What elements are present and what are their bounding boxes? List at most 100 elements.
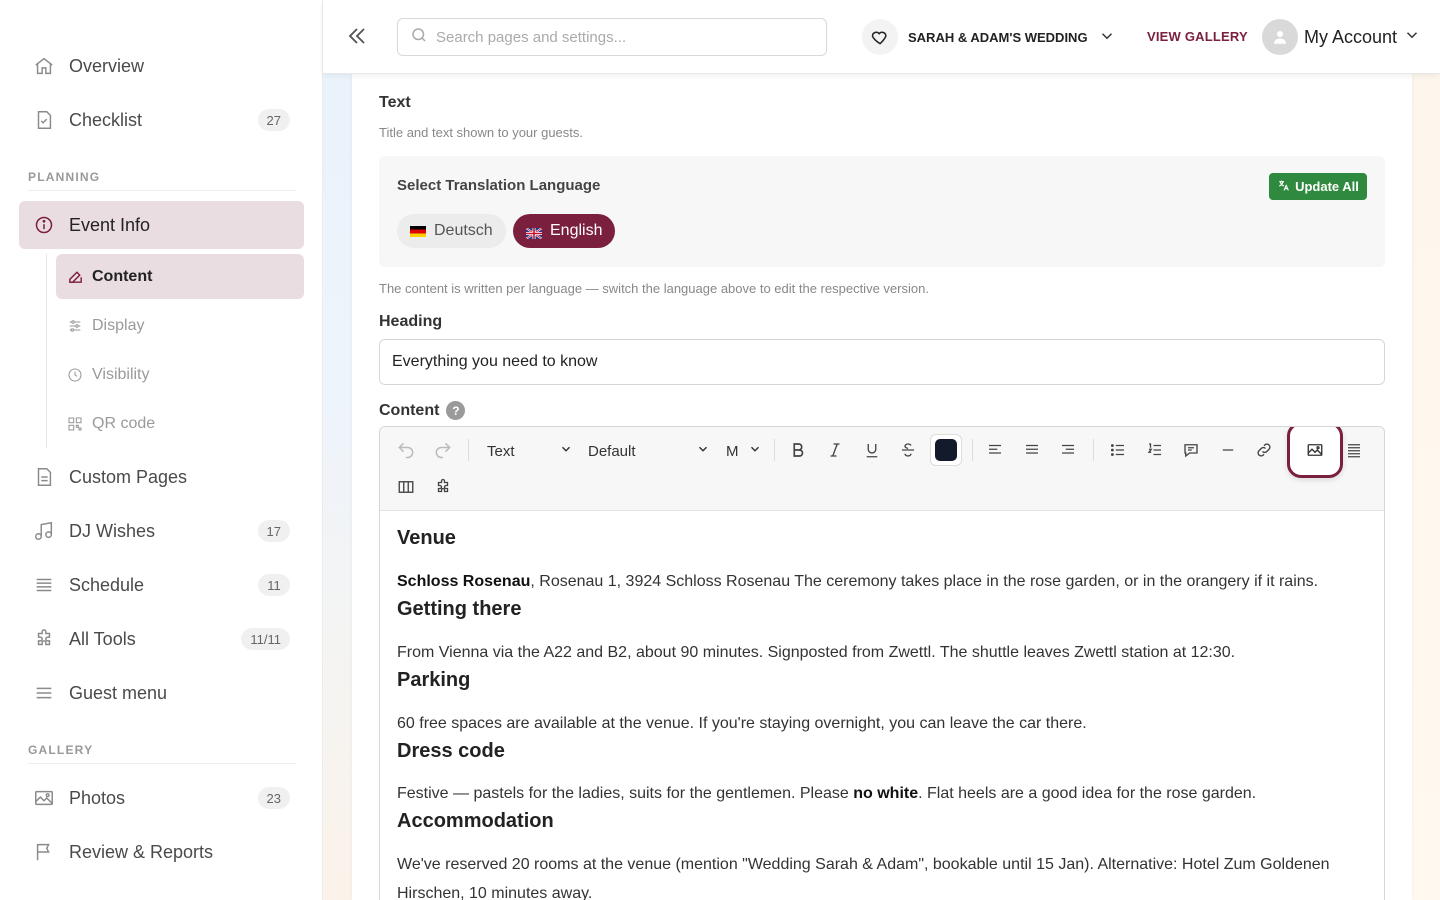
sidebar-item-checklist[interactable]: Checklist 27 xyxy=(19,96,304,144)
text-color-picker[interactable] xyxy=(930,434,962,466)
menu-icon xyxy=(33,682,55,704)
divider xyxy=(972,439,973,461)
block-type-value: Text xyxy=(487,442,515,460)
subnav-item-label: QR code xyxy=(92,414,156,432)
update-all-label: Update All xyxy=(1295,179,1359,194)
translate-icon xyxy=(1277,179,1290,195)
puzzle-icon[interactable] xyxy=(429,473,457,501)
strikethrough-icon[interactable] xyxy=(894,436,922,464)
update-all-button[interactable]: Update All xyxy=(1269,173,1367,200)
content-heading: Getting there xyxy=(397,598,522,620)
count-badge: 23 xyxy=(257,787,290,809)
section-label-gallery: GALLERY xyxy=(28,743,94,757)
chevron-down-icon xyxy=(742,442,762,460)
language-deutsch-button[interactable]: Deutsch xyxy=(397,214,506,248)
qr-icon xyxy=(66,415,84,433)
sidebar-item-label: Review & Reports xyxy=(69,841,214,862)
horizontal-rule-icon[interactable] xyxy=(1214,436,1242,464)
bold-icon[interactable] xyxy=(784,436,812,464)
font-select[interactable]: Default xyxy=(588,437,710,465)
music-icon xyxy=(33,520,55,542)
chevron-down-icon xyxy=(1098,27,1116,48)
paragraph-text: . Flat heels are a good idea for the ros… xyxy=(918,785,1257,802)
sidebar-item-label: Checklist xyxy=(69,109,143,130)
italic-icon[interactable] xyxy=(821,436,849,464)
section-title: Text xyxy=(379,94,411,111)
align-justify-icon[interactable] xyxy=(1340,436,1368,464)
columns-icon[interactable] xyxy=(392,473,420,501)
germany-flag-icon xyxy=(410,225,426,237)
search-box[interactable] xyxy=(397,18,827,56)
content-paragraph: We've reserved 20 rooms at the venue (me… xyxy=(397,856,1330,900)
wedding-selector[interactable]: SARAH & ADAM'S WEDDING xyxy=(862,18,1116,56)
numbered-list-icon[interactable] xyxy=(1141,436,1169,464)
align-left-icon[interactable] xyxy=(981,436,1009,464)
divider xyxy=(774,439,775,461)
content-paragraph: Festive — pastels for the ladies, suits … xyxy=(397,779,1367,808)
sidebar-item-custom-pages[interactable]: Custom Pages xyxy=(19,453,304,501)
section-subtitle: Title and text shown to your guests. xyxy=(379,125,584,140)
count-badge: 27 xyxy=(257,109,290,131)
bold-text: Schloss Rosenau xyxy=(397,573,531,590)
rich-text-editor: Text Default M Venue Schloss Rosenau, Ro… xyxy=(379,426,1385,900)
avatar xyxy=(1262,19,1298,55)
sidebar-item-event-info[interactable]: Event Info xyxy=(19,201,304,249)
flag-icon xyxy=(33,841,55,863)
color-swatch xyxy=(935,439,957,461)
bullet-list-icon[interactable] xyxy=(1104,436,1132,464)
clock-icon xyxy=(66,366,84,384)
language-english-button[interactable]: English xyxy=(513,214,616,248)
subnav-item-display[interactable]: Display xyxy=(56,303,304,348)
editor-toolbar: Text Default M xyxy=(380,427,1384,511)
sidebar-item-label: Schedule xyxy=(69,574,145,595)
align-right-icon[interactable] xyxy=(1054,436,1082,464)
redo-icon[interactable] xyxy=(429,436,457,464)
sidebar-item-photos[interactable]: Photos 23 xyxy=(19,774,304,822)
sidebar-item-all-tools[interactable]: All Tools 11/11 xyxy=(19,615,304,663)
bold-text: no white xyxy=(853,785,919,802)
sidebar-item-guest-menu[interactable]: Guest menu xyxy=(19,669,304,717)
heading-input[interactable] xyxy=(379,339,1385,385)
content-paragraph: From Vienna via the A22 and B2, about 90… xyxy=(397,644,1236,661)
subnav-item-visibility[interactable]: Visibility xyxy=(56,352,304,397)
wedding-name: SARAH & ADAM'S WEDDING xyxy=(908,29,1088,45)
topbar: SARAH & ADAM'S WEDDING VIEW GALLERY My A… xyxy=(323,0,1440,74)
background-strip xyxy=(1412,74,1440,900)
sidebar-item-overview[interactable]: Overview xyxy=(19,42,304,90)
size-select[interactable]: M xyxy=(726,437,762,465)
align-center-icon[interactable] xyxy=(1018,436,1046,464)
count-badge: 11 xyxy=(258,574,290,596)
sidebar-item-dj-wishes[interactable]: DJ Wishes 17 xyxy=(19,507,304,555)
collapse-sidebar-icon[interactable] xyxy=(343,22,371,50)
undo-icon[interactable] xyxy=(392,436,420,464)
language-label: English xyxy=(550,222,603,239)
insert-image-icon[interactable] xyxy=(1287,427,1343,478)
sidebar-item-label: Custom Pages xyxy=(69,466,188,487)
content-paragraph: 60 free spaces are available at the venu… xyxy=(397,715,1087,732)
account-menu[interactable]: My Account xyxy=(1262,18,1421,56)
divider xyxy=(28,763,296,764)
comment-icon[interactable] xyxy=(1177,436,1205,464)
chevron-down-icon xyxy=(690,442,710,460)
link-icon[interactable] xyxy=(1250,436,1278,464)
subnav-item-content[interactable]: Content xyxy=(56,254,304,299)
language-label: Deutsch xyxy=(434,222,493,239)
account-label: My Account xyxy=(1304,26,1398,47)
sidebar-item-label: Guest menu xyxy=(69,682,168,703)
puzzle-icon xyxy=(33,628,55,650)
sidebar-item-schedule[interactable]: Schedule 11 xyxy=(19,561,304,609)
help-icon[interactable]: ? xyxy=(446,401,466,420)
background-strip xyxy=(323,74,352,900)
search-icon xyxy=(410,26,428,49)
subnav-line xyxy=(46,254,47,448)
underline-icon[interactable] xyxy=(858,436,886,464)
block-type-select[interactable]: Text xyxy=(487,437,573,465)
content-heading: Dress code xyxy=(397,740,505,762)
content-heading: Parking xyxy=(397,669,471,691)
content-card: Text Title and text shown to your guests… xyxy=(352,74,1412,900)
count-badge: 17 xyxy=(257,520,290,542)
search-input[interactable] xyxy=(436,28,816,46)
sidebar-item-review-reports[interactable]: Review & Reports xyxy=(19,828,304,876)
subnav-item-qr-code[interactable]: QR code xyxy=(56,401,304,446)
view-gallery-link[interactable]: VIEW GALLERY xyxy=(1147,29,1248,44)
